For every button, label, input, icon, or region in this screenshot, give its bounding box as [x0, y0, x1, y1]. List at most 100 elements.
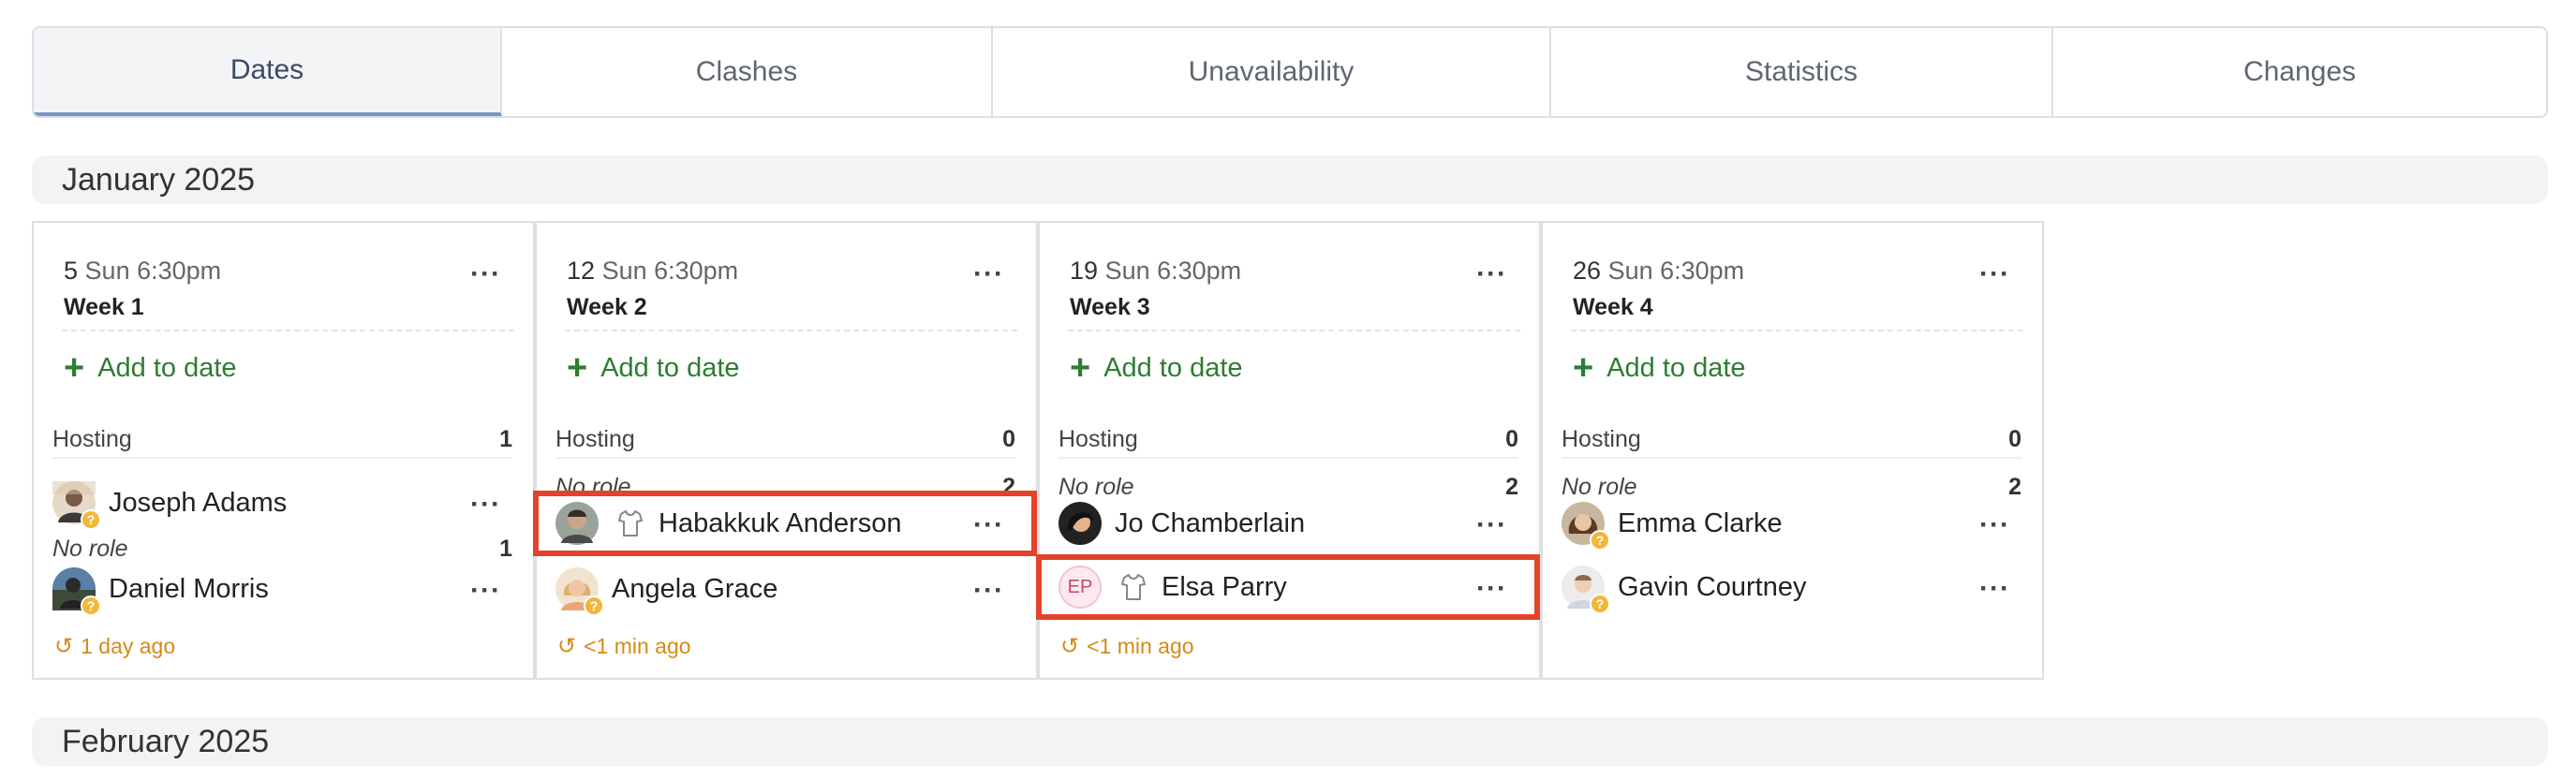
person-name: Elsa Parry [1162, 571, 1287, 602]
last-updated: ↺ <1 min ago [557, 633, 691, 660]
person-name: Gavin Courtney [1618, 571, 1807, 602]
date-card-week-3: 19 Sun 6:30pm Week 3 ··· + Add to date Ho… [1036, 221, 1541, 680]
add-to-date-label: Add to date [97, 352, 237, 383]
role-count: 1 [499, 535, 512, 562]
tab-dates[interactable]: Dates [34, 28, 502, 116]
history-icon: ↺ [1060, 634, 1080, 659]
add-to-date-label: Add to date [1606, 352, 1746, 383]
date-card-header: 19 Sun 6:30pm Week 3 ··· [1068, 242, 1520, 331]
role-section-hosting: Hosting 0 [1562, 421, 2021, 459]
history-icon: ↺ [54, 634, 74, 659]
role-section-hosting: Hosting 0 [555, 421, 1015, 459]
date-time: Sun 6:30pm [601, 257, 739, 285]
person-name: Habakkuk Anderson [659, 507, 902, 538]
date-time: Sun 6:30pm [1607, 257, 1745, 285]
role-label: Hosting [52, 425, 132, 452]
date-card-header: 5 Sun 6:30pm Week 1 ··· [62, 242, 514, 331]
avatar: ? [555, 567, 604, 616]
person-row[interactable]: ? Gavin Courtney ··· [1562, 560, 2021, 614]
add-to-date-button[interactable]: + Add to date [567, 350, 740, 386]
date-options-button[interactable]: ··· [470, 260, 501, 288]
date-options-button[interactable]: ··· [973, 260, 1004, 288]
add-to-date-button[interactable]: + Add to date [64, 350, 237, 386]
history-icon: ↺ [557, 634, 577, 659]
person-options-button[interactable]: ··· [1476, 575, 1507, 603]
person-name: Daniel Morris [109, 573, 269, 604]
person-row[interactable]: ? Joseph Adams ··· [52, 476, 512, 530]
person-name: Angela Grace [612, 573, 778, 604]
plus-icon: + [567, 348, 588, 388]
date-day: 12 [567, 257, 596, 285]
date-options-button[interactable]: ··· [1476, 260, 1507, 288]
date-time: Sun 6:30pm [84, 257, 222, 285]
role-section-hosting: Hosting 1 [52, 421, 512, 459]
role-label: No role [52, 535, 128, 562]
avatar [555, 502, 599, 545]
person-options-button[interactable]: ··· [470, 491, 501, 519]
month-header-february: February 2025 [32, 717, 2548, 766]
tab-unavailability[interactable]: Unavailability [993, 28, 1551, 116]
month-header-january: January 2025 [32, 155, 2548, 204]
tab-statistics[interactable]: Statistics [1551, 28, 2053, 116]
role-count: 1 [499, 425, 512, 452]
avatar: ? [52, 481, 101, 530]
unconfirmed-badge-icon: ? [1590, 594, 1610, 614]
person-row[interactable]: ? Daniel Morris ··· [52, 562, 512, 616]
role-label: Hosting [1059, 425, 1138, 452]
last-updated-text: 1 day ago [81, 634, 176, 658]
unconfirmed-badge-icon: ? [584, 595, 604, 616]
tab-changes[interactable]: Changes [2053, 28, 2546, 116]
person-options-button[interactable]: ··· [973, 577, 1004, 605]
month-title: February 2025 [62, 723, 270, 759]
role-count: 0 [2008, 425, 2021, 452]
date-time: Sun 6:30pm [1104, 257, 1242, 285]
person-name: Joseph Adams [109, 487, 288, 518]
person-row[interactable]: EP Elsa Parry ··· [1059, 560, 1518, 614]
month-title: January 2025 [62, 161, 256, 198]
person-row[interactable]: Jo Chamberlain ··· [1059, 496, 1518, 551]
avatar: ? [1562, 566, 1610, 614]
person-options-button[interactable]: ··· [470, 577, 501, 605]
date-day: 19 [1070, 257, 1099, 285]
tab-bar: Dates Clashes Unavailability Statistics … [32, 26, 2548, 118]
person-options-button[interactable]: ··· [1476, 511, 1507, 539]
add-to-date-label: Add to date [1103, 352, 1243, 383]
date-card-week-2: 12 Sun 6:30pm Week 2 ··· + Add to date Ho… [533, 221, 1038, 680]
person-row[interactable]: ? Emma Clarke ··· [1562, 496, 2021, 551]
date-card-week-4: 26 Sun 6:30pm Week 4 ··· + Add to date Ho… [1541, 221, 2044, 680]
week-label: Week 3 [1070, 294, 1150, 320]
shirt-icon [1121, 574, 1146, 600]
week-label: Week 2 [567, 294, 647, 320]
unconfirmed-badge-icon: ? [81, 509, 101, 530]
add-to-date-button[interactable]: + Add to date [1573, 350, 1746, 386]
date-card-header: 26 Sun 6:30pm Week 4 ··· [1571, 242, 2023, 331]
last-updated: ↺ <1 min ago [1060, 633, 1194, 660]
avatar: EP [1059, 566, 1102, 609]
last-updated-text: <1 min ago [1087, 634, 1194, 658]
week-label: Week 4 [1573, 294, 1653, 320]
add-to-date-label: Add to date [600, 352, 740, 383]
date-day: 26 [1573, 257, 1602, 285]
shirt-icon [618, 510, 643, 536]
role-label: Hosting [555, 425, 635, 452]
unconfirmed-badge-icon: ? [81, 595, 101, 616]
tab-clashes[interactable]: Clashes [502, 28, 993, 116]
person-row[interactable]: ? Angela Grace ··· [555, 562, 1015, 616]
plus-icon: + [64, 348, 85, 388]
person-name: Emma Clarke [1618, 507, 1783, 538]
person-options-button[interactable]: ··· [973, 511, 1004, 539]
unconfirmed-badge-icon: ? [1590, 530, 1610, 551]
person-name: Jo Chamberlain [1115, 507, 1306, 538]
person-options-button[interactable]: ··· [1979, 511, 2010, 539]
date-options-button[interactable]: ··· [1979, 260, 2010, 288]
person-row[interactable]: Habakkuk Anderson ··· [555, 496, 1015, 551]
add-to-date-button[interactable]: + Add to date [1070, 350, 1243, 386]
date-card-header: 12 Sun 6:30pm Week 2 ··· [565, 242, 1017, 331]
last-updated-text: <1 min ago [584, 634, 691, 658]
person-options-button[interactable]: ··· [1979, 575, 2010, 603]
plus-icon: + [1573, 348, 1594, 388]
role-count: 0 [1505, 425, 1518, 452]
date-day: 5 [64, 257, 79, 285]
avatar [1059, 502, 1102, 545]
avatar: ? [1562, 502, 1610, 551]
